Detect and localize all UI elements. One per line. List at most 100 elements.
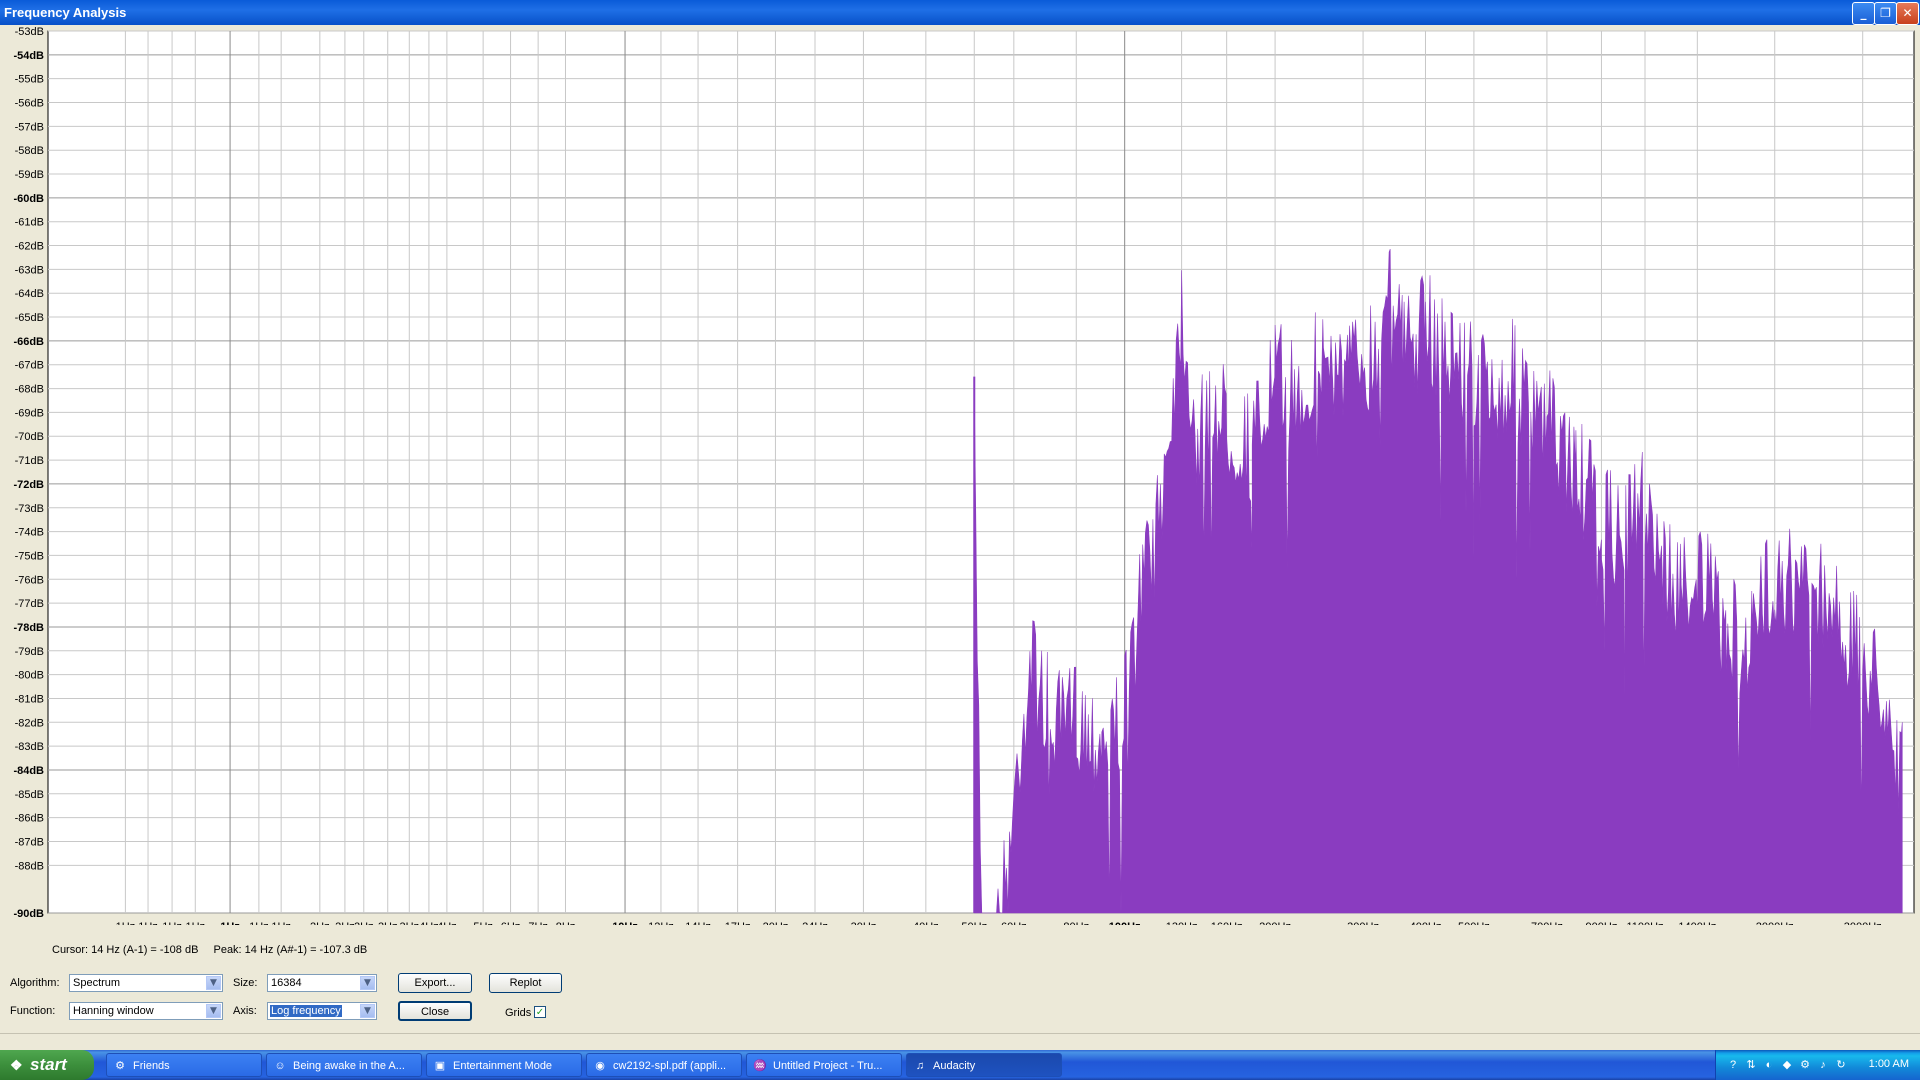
y-tick-label: -86dB [15,813,44,825]
x-tick-label: 14Hz [685,921,711,925]
x-tick-label: 5Hz [473,921,493,925]
y-tick-label: -62dB [15,241,44,253]
export-button[interactable]: Export... [398,973,472,993]
x-tick-label: 1400Hz [1678,921,1716,925]
taskbar-item-friends[interactable]: ⚙ Friends [106,1053,262,1077]
steam-tray-icon[interactable]: ⚙ [1798,1058,1812,1072]
function-label: Function: [10,1005,56,1017]
monitor-icon: ▣ [434,1060,446,1072]
y-tick-label: -59dB [15,169,44,181]
x-tick-label: 900Hz [1586,921,1618,925]
help-icon[interactable]: ? [1726,1058,1740,1072]
grids-checkbox[interactable]: ✓ [534,1006,546,1018]
taskbar-item-entertainment[interactable]: ▣ Entertainment Mode [426,1053,582,1077]
chevron-down-icon[interactable]: ▼ [206,976,221,990]
minimize-button[interactable]: _ [1852,2,1875,25]
chevron-down-icon[interactable]: ▼ [206,1004,221,1018]
close-button[interactable]: Close [398,1001,472,1021]
firefox-icon: ◉ [595,1060,605,1072]
x-tick-label: 200Hz [1259,921,1291,925]
x-tick-label: 3000Hz [1844,921,1882,925]
x-tick-label: 50Hz [961,921,987,925]
chat-icon: ☺ [274,1060,286,1072]
x-tick-label: 20Hz [763,921,789,925]
size-value: 16384 [271,977,302,989]
x-tick-label: 3Hz [378,921,398,925]
replot-button[interactable]: Replot [489,973,562,993]
y-tick-label: -68dB [15,384,44,396]
x-tick-label: 300Hz [1347,921,1379,925]
function-select[interactable]: Hanning window ▼ [69,1002,223,1020]
y-tick-label: -87dB [15,836,44,848]
y-tick-label: -66dB [13,336,44,348]
y-tick-label: -90dB [13,908,44,920]
browser-icon[interactable]: ◐ [1762,1058,1776,1072]
y-tick-label: -70dB [15,431,44,443]
x-tick-label: 1Hz [249,921,269,925]
volume-icon[interactable]: ♪ [1816,1058,1830,1072]
x-tick-label: 2Hz [310,921,330,925]
taskbar-item-pdf[interactable]: ◉ cw2192-spl.pdf (appli... [586,1053,742,1077]
x-tick-label: 3Hz [400,921,420,925]
security-icon[interactable]: ◆ [1780,1058,1794,1072]
x-tick-label: 40Hz [913,921,939,925]
audio-icon: ♒ [753,1060,767,1072]
x-tick-label: 10Hz [612,921,638,925]
axis-value: Log frequency [270,1005,342,1017]
y-tick-label: -83dB [15,741,44,753]
x-tick-label: 1Hz [116,921,136,925]
grids-label: Grids [505,1007,532,1019]
sync-icon[interactable]: ↻ [1834,1058,1848,1072]
algorithm-value: Spectrum [73,977,121,989]
spectrum-plot[interactable]: -53dB -54dB -55dB -56dB -57dB -58dB -59dB -60dB… [0,25,1920,925]
size-select[interactable]: 16384 ▼ [267,974,377,992]
start-label: start [30,1055,67,1074]
x-tick-label: 17Hz [725,921,751,925]
y-tick-label: -88dB [15,860,44,872]
taskbar: ❖ start ⚙ Friends ☺ Being awake in the A… [0,1050,1920,1080]
x-tick-label: 130Hz [1166,921,1198,925]
y-tick-label: -75dB [15,550,44,562]
y-tick-label: -76dB [15,574,44,586]
task-label: Entertainment Mode [453,1060,553,1072]
x-tick-label: 1Hz [162,921,182,925]
y-tick-label: -61dB [15,217,44,229]
close-window-button[interactable]: ✕ [1896,2,1919,25]
taskbar-item-project[interactable]: ♒ Untitled Project - Tru... [746,1053,902,1077]
status-separator [0,1033,1920,1034]
audacity-icon: ♫ [915,1060,925,1072]
x-tick-label: 160Hz [1211,921,1243,925]
chevron-down-icon[interactable]: ▼ [360,1004,375,1018]
spectrum-chart[interactable]: -53dB -54dB -55dB -56dB -57dB -58dB -59dB -60dB… [0,25,1920,925]
algorithm-select[interactable]: Spectrum ▼ [69,974,223,992]
restore-button[interactable]: ❐ [1874,2,1897,25]
taskbar-item-audacity[interactable]: ♫ Audacity [906,1053,1062,1077]
steam-icon: ⚙ [115,1060,125,1072]
function-value: Hanning window [73,1005,154,1017]
x-tick-label: 6Hz [501,921,521,925]
chevron-down-icon[interactable]: ▼ [360,976,375,990]
x-tick-label: 1Hz [220,921,240,925]
axis-select[interactable]: Log frequency ▼ [267,1002,377,1020]
x-tick-label: 30Hz [851,921,877,925]
y-tick-label: -64dB [15,288,44,300]
y-tick-label: -71dB [15,455,44,467]
y-tick-label: -79dB [15,646,44,658]
y-tick-label: -74dB [15,527,44,539]
window-titlebar[interactable]: Frequency Analysis _ ❐ ✕ [0,0,1920,25]
taskbar-item-chat[interactable]: ☺ Being awake in the A... [266,1053,422,1077]
task-label: Audacity [933,1060,976,1072]
y-tick-label: -78dB [13,622,44,634]
start-button[interactable]: ❖ start [0,1050,94,1080]
y-tick-label: -84dB [13,765,44,777]
task-label: Friends [133,1060,170,1072]
system-tray: ? ⇅ ◐ ◆ ⚙ ♪ ↻ 1:00 AM [1715,1050,1920,1080]
x-tick-label: 400Hz [1410,921,1442,925]
task-label: Being awake in the A... [293,1060,405,1072]
y-tick-label: -73dB [15,503,44,515]
network-icon[interactable]: ⇅ [1744,1058,1758,1072]
x-tick-label: 500Hz [1458,921,1490,925]
x-tick-label: 1Hz [138,921,158,925]
y-tick-label: -67dB [15,360,44,372]
x-tick-label: 1Hz [271,921,291,925]
